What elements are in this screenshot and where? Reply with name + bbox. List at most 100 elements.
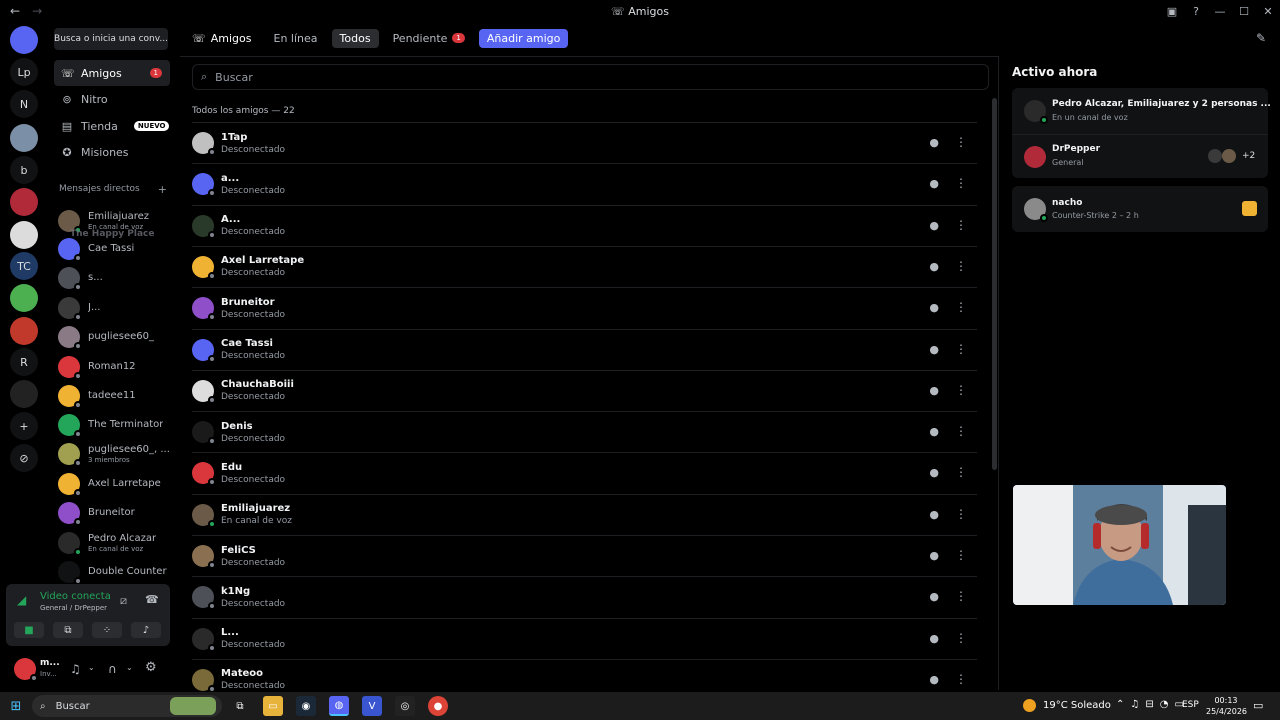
friend-row[interactable]: L... Desconectado ● ⋮ (192, 617, 977, 659)
more-options-icon[interactable]: ⋮ (955, 672, 967, 686)
message-icon[interactable]: ● (929, 136, 939, 149)
nav-shop[interactable]: ▤ Tienda NUEVO (54, 113, 170, 139)
server-icon[interactable] (10, 124, 38, 152)
screen-share-button[interactable]: ⧉ (53, 622, 83, 638)
settings-gear-icon[interactable]: ⚙ (145, 660, 157, 675)
dm-item[interactable]: Double Counter (58, 559, 170, 585)
friend-row[interactable]: Bruneitor Desconectado ● ⋮ (192, 287, 977, 328)
more-options-icon[interactable]: ⋮ (955, 342, 967, 356)
steam-icon[interactable]: ◉ (296, 696, 316, 716)
obs-icon[interactable]: ◎ (395, 696, 415, 716)
more-options-icon[interactable]: ⋮ (955, 176, 967, 190)
headphones-icon[interactable]: ∩ (108, 662, 117, 676)
nav-quests[interactable]: ✪ Misiones (54, 139, 170, 165)
friend-row[interactable]: 1Tap Desconectado ● ⋮ (192, 122, 977, 163)
start-button[interactable]: ⊞ (6, 696, 26, 716)
vegas-icon[interactable]: V (362, 696, 382, 716)
create-dm-icon[interactable]: + (158, 183, 167, 196)
nav-nitro[interactable]: ⊚ Nitro (54, 86, 170, 112)
message-icon[interactable]: ● (929, 425, 939, 438)
server-icon[interactable]: TC (10, 252, 38, 280)
dm-item[interactable]: Bruneitor (58, 500, 170, 526)
message-icon[interactable]: ● (929, 260, 939, 273)
more-options-icon[interactable]: ⋮ (955, 135, 967, 149)
more-options-icon[interactable]: ⋮ (955, 218, 967, 232)
message-icon[interactable]: ● (929, 301, 939, 314)
more-options-icon[interactable]: ⋮ (955, 259, 967, 273)
tab-pending[interactable]: Pendiente 1 (385, 29, 473, 48)
friend-row[interactable]: Cae Tassi Desconectado ● ⋮ (192, 328, 977, 370)
more-options-icon[interactable]: ⋮ (955, 548, 967, 562)
server-icon[interactable]: R (10, 348, 38, 376)
more-options-icon[interactable]: ⋮ (955, 507, 967, 521)
close-button[interactable]: ✕ (1256, 5, 1280, 18)
weather-text[interactable]: 19°C Soleado (1043, 700, 1111, 711)
friend-row[interactable]: k1Ng Desconectado ● ⋮ (192, 576, 977, 617)
soundboard-button[interactable]: ♪ (131, 622, 161, 638)
help-icon[interactable]: ? (1184, 5, 1208, 18)
dm-item[interactable]: Axel Larretape (58, 471, 170, 497)
friend-row[interactable]: a... Desconectado ● ⋮ (192, 163, 977, 204)
dm-item[interactable]: s... (58, 265, 170, 291)
active-card-group[interactable]: Pedro Alcazar, Emiliajuarez y 2 personas… (1012, 88, 1271, 178)
friends-search-input[interactable]: ⌕ Buscar (192, 64, 989, 90)
server-icon[interactable] (10, 26, 38, 54)
voice-channel[interactable]: General / DrPepper (40, 604, 107, 612)
message-icon[interactable]: ● (929, 632, 939, 645)
tab-all[interactable]: Todos (331, 28, 379, 48)
dm-item[interactable]: pugliesee60_, ... 3 miembros (58, 441, 170, 467)
active-card-nacho[interactable]: nacho Counter-Strike 2 – 2 h (1012, 186, 1268, 232)
message-icon[interactable]: ● (929, 384, 939, 397)
nav-friends[interactable]: ☏ Amigos 1 (54, 60, 170, 86)
friend-row[interactable]: A... Desconectado ● ⋮ (192, 204, 977, 246)
more-options-icon[interactable]: ⋮ (955, 631, 967, 645)
server-icon[interactable]: Lp (10, 58, 38, 86)
server-icon[interactable] (10, 317, 38, 345)
discord-icon[interactable]: ◍ (329, 696, 349, 716)
dm-item[interactable]: Pedro Alcazar En canal de voz (58, 530, 170, 556)
inbox-icon[interactable]: ▣ (1160, 5, 1184, 18)
server-icon[interactable] (10, 284, 38, 312)
message-icon[interactable]: ● (929, 549, 939, 562)
notification-icon[interactable]: ▭ (1253, 699, 1263, 712)
message-icon[interactable]: ● (929, 466, 939, 479)
more-options-icon[interactable]: ⋮ (955, 300, 967, 314)
message-icon[interactable]: ● (929, 508, 939, 521)
friend-row[interactable]: Axel Larretape Desconectado ● ⋮ (192, 245, 977, 287)
dm-item[interactable]: The Terminator (58, 412, 170, 438)
more-options-icon[interactable]: ⋮ (955, 424, 967, 438)
activities-button[interactable]: ⁘ (92, 622, 122, 638)
server-icon[interactable]: + (10, 412, 38, 440)
friend-row[interactable]: Emiliajuarez En canal de voz ● ⋮ (192, 493, 977, 535)
microphone-icon[interactable]: ♫ (70, 662, 81, 676)
message-icon[interactable]: ● (929, 219, 939, 232)
camera-button[interactable]: ■ (14, 622, 44, 638)
dm-item[interactable]: J... (58, 295, 170, 321)
headphones-chevron-icon[interactable]: ⌄ (126, 663, 133, 672)
server-icon[interactable] (10, 380, 38, 408)
friend-row[interactable]: ChauchaBoiii Desconectado ● ⋮ (192, 369, 977, 411)
dm-item[interactable]: tadeee11 (58, 383, 170, 409)
maximize-button[interactable]: ☐ (1232, 5, 1256, 18)
more-options-icon[interactable]: ⋮ (955, 383, 967, 397)
server-icon[interactable]: ⊘ (10, 444, 38, 472)
more-options-icon[interactable]: ⋮ (955, 589, 967, 603)
message-icon[interactable]: ● (929, 673, 939, 686)
server-icon[interactable] (10, 188, 38, 216)
server-icon[interactable]: N (10, 90, 38, 118)
message-icon[interactable]: ● (929, 343, 939, 356)
task-view-icon[interactable]: ⧉ (230, 696, 250, 716)
minimize-button[interactable]: — (1208, 5, 1232, 18)
file-explorer-icon[interactable]: ▭ (263, 696, 283, 716)
message-icon[interactable]: ● (929, 177, 939, 190)
noise-suppression-icon[interactable]: ⧄ (120, 594, 127, 608)
chrome-icon[interactable]: ● (428, 696, 448, 716)
mic-chevron-icon[interactable]: ⌄ (88, 663, 95, 672)
clock[interactable]: 00:13 25/4/2026 (1206, 695, 1247, 717)
server-icon[interactable]: b (10, 156, 38, 184)
tray-icons[interactable]: ⌃♫⊟◔▭ (1116, 699, 1190, 710)
friend-row[interactable]: Denis Desconectado ● ⋮ (192, 411, 977, 452)
dm-item[interactable]: pugliesee60_ (58, 324, 170, 350)
friend-row[interactable]: FeliCS Desconectado ● ⋮ (192, 535, 977, 576)
friends-scrollbar[interactable] (992, 98, 997, 470)
